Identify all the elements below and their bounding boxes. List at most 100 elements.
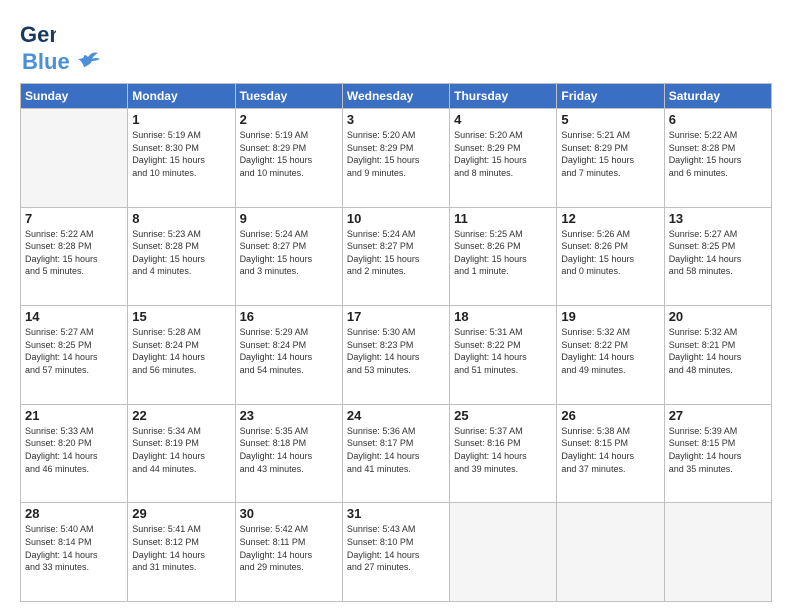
calendar-cell: 20 Sunrise: 5:32 AM Sunset: 8:21 PM Dayli… xyxy=(664,306,771,405)
day-number: 3 xyxy=(347,112,445,127)
day-info: Sunrise: 5:20 AM Sunset: 8:29 PM Dayligh… xyxy=(347,129,445,179)
day-info: Sunrise: 5:36 AM Sunset: 8:17 PM Dayligh… xyxy=(347,425,445,475)
calendar-table: SundayMondayTuesdayWednesdayThursdayFrid… xyxy=(20,83,772,602)
day-number: 14 xyxy=(25,309,123,324)
day-info: Sunrise: 5:19 AM Sunset: 8:29 PM Dayligh… xyxy=(240,129,338,179)
day-number: 7 xyxy=(25,211,123,226)
calendar-cell: 30 Sunrise: 5:42 AM Sunset: 8:11 PM Dayli… xyxy=(235,503,342,602)
day-number: 9 xyxy=(240,211,338,226)
calendar-cell: 22 Sunrise: 5:34 AM Sunset: 8:19 PM Dayli… xyxy=(128,404,235,503)
day-info: Sunrise: 5:26 AM Sunset: 8:26 PM Dayligh… xyxy=(561,228,659,278)
calendar-cell: 5Sunrise: 5:21 AM Sunset: 8:29 PM Daylig… xyxy=(557,109,664,208)
day-number: 4 xyxy=(454,112,552,127)
day-number: 6 xyxy=(669,112,767,127)
weekday-header-sunday: Sunday xyxy=(21,84,128,109)
calendar-cell: 18 Sunrise: 5:31 AM Sunset: 8:22 PM Dayli… xyxy=(450,306,557,405)
day-info: Sunrise: 5:27 AM Sunset: 8:25 PM Dayligh… xyxy=(25,326,123,376)
calendar-cell: 16 Sunrise: 5:29 AM Sunset: 8:24 PM Dayli… xyxy=(235,306,342,405)
calendar-cell: 10 Sunrise: 5:24 AM Sunset: 8:27 PM Dayli… xyxy=(342,207,449,306)
day-number: 29 xyxy=(132,506,230,521)
day-number: 23 xyxy=(240,408,338,423)
calendar-cell xyxy=(21,109,128,208)
calendar-cell: 9 Sunrise: 5:24 AM Sunset: 8:27 PM Daylig… xyxy=(235,207,342,306)
calendar-cell: 31 Sunrise: 5:43 AM Sunset: 8:10 PM Dayli… xyxy=(342,503,449,602)
weekday-header-friday: Friday xyxy=(557,84,664,109)
weekday-header-thursday: Thursday xyxy=(450,84,557,109)
calendar-cell: 28 Sunrise: 5:40 AM Sunset: 8:14 PM Dayli… xyxy=(21,503,128,602)
page: General Blue SundayMondayTuesdayWednesda… xyxy=(0,0,792,612)
day-info: Sunrise: 5:34 AM Sunset: 8:19 PM Dayligh… xyxy=(132,425,230,475)
day-number: 24 xyxy=(347,408,445,423)
calendar-cell: 7 Sunrise: 5:22 AM Sunset: 8:28 PM Daylig… xyxy=(21,207,128,306)
day-info: Sunrise: 5:41 AM Sunset: 8:12 PM Dayligh… xyxy=(132,523,230,573)
weekday-header-row: SundayMondayTuesdayWednesdayThursdayFrid… xyxy=(21,84,772,109)
day-info: Sunrise: 5:27 AM Sunset: 8:25 PM Dayligh… xyxy=(669,228,767,278)
day-info: Sunrise: 5:23 AM Sunset: 8:28 PM Dayligh… xyxy=(132,228,230,278)
calendar-cell: 26Sunrise: 5:38 AM Sunset: 8:15 PM Dayli… xyxy=(557,404,664,503)
day-info: Sunrise: 5:31 AM Sunset: 8:22 PM Dayligh… xyxy=(454,326,552,376)
day-number: 8 xyxy=(132,211,230,226)
day-number: 30 xyxy=(240,506,338,521)
calendar-cell: 8 Sunrise: 5:23 AM Sunset: 8:28 PM Daylig… xyxy=(128,207,235,306)
day-info: Sunrise: 5:42 AM Sunset: 8:11 PM Dayligh… xyxy=(240,523,338,573)
day-info: Sunrise: 5:20 AM Sunset: 8:29 PM Dayligh… xyxy=(454,129,552,179)
weekday-header-tuesday: Tuesday xyxy=(235,84,342,109)
calendar-cell: 25 Sunrise: 5:37 AM Sunset: 8:16 PM Dayli… xyxy=(450,404,557,503)
calendar-cell: 15 Sunrise: 5:28 AM Sunset: 8:24 PM Dayli… xyxy=(128,306,235,405)
day-number: 10 xyxy=(347,211,445,226)
day-info: Sunrise: 5:32 AM Sunset: 8:22 PM Dayligh… xyxy=(561,326,659,376)
day-number: 16 xyxy=(240,309,338,324)
calendar-cell: 24 Sunrise: 5:36 AM Sunset: 8:17 PM Dayli… xyxy=(342,404,449,503)
day-info: Sunrise: 5:22 AM Sunset: 8:28 PM Dayligh… xyxy=(25,228,123,278)
logo-blue-text: Blue xyxy=(22,49,70,75)
day-number: 19 xyxy=(561,309,659,324)
calendar-cell xyxy=(664,503,771,602)
day-info: Sunrise: 5:22 AM Sunset: 8:28 PM Dayligh… xyxy=(669,129,767,179)
day-info: Sunrise: 5:43 AM Sunset: 8:10 PM Dayligh… xyxy=(347,523,445,573)
day-number: 12 xyxy=(561,211,659,226)
day-info: Sunrise: 5:28 AM Sunset: 8:24 PM Dayligh… xyxy=(132,326,230,376)
week-row-0: 1 Sunrise: 5:19 AM Sunset: 8:30 PM Daylig… xyxy=(21,109,772,208)
calendar-cell: 19 Sunrise: 5:32 AM Sunset: 8:22 PM Dayli… xyxy=(557,306,664,405)
calendar-cell: 17Sunrise: 5:30 AM Sunset: 8:23 PM Dayli… xyxy=(342,306,449,405)
day-number: 20 xyxy=(669,309,767,324)
week-row-2: 14 Sunrise: 5:27 AM Sunset: 8:25 PM Dayli… xyxy=(21,306,772,405)
day-info: Sunrise: 5:32 AM Sunset: 8:21 PM Dayligh… xyxy=(669,326,767,376)
day-number: 28 xyxy=(25,506,123,521)
day-info: Sunrise: 5:37 AM Sunset: 8:16 PM Dayligh… xyxy=(454,425,552,475)
day-info: Sunrise: 5:39 AM Sunset: 8:15 PM Dayligh… xyxy=(669,425,767,475)
day-info: Sunrise: 5:24 AM Sunset: 8:27 PM Dayligh… xyxy=(347,228,445,278)
day-number: 25 xyxy=(454,408,552,423)
day-info: Sunrise: 5:25 AM Sunset: 8:26 PM Dayligh… xyxy=(454,228,552,278)
calendar-cell: 4 Sunrise: 5:20 AM Sunset: 8:29 PM Daylig… xyxy=(450,109,557,208)
weekday-header-saturday: Saturday xyxy=(664,84,771,109)
calendar-cell: 6 Sunrise: 5:22 AM Sunset: 8:28 PM Daylig… xyxy=(664,109,771,208)
day-number: 27 xyxy=(669,408,767,423)
header: General Blue xyxy=(20,16,772,75)
day-info: Sunrise: 5:29 AM Sunset: 8:24 PM Dayligh… xyxy=(240,326,338,376)
calendar-cell: 3 Sunrise: 5:20 AM Sunset: 8:29 PM Daylig… xyxy=(342,109,449,208)
day-info: Sunrise: 5:24 AM Sunset: 8:27 PM Dayligh… xyxy=(240,228,338,278)
week-row-1: 7 Sunrise: 5:22 AM Sunset: 8:28 PM Daylig… xyxy=(21,207,772,306)
calendar-cell: 1 Sunrise: 5:19 AM Sunset: 8:30 PM Daylig… xyxy=(128,109,235,208)
day-info: Sunrise: 5:40 AM Sunset: 8:14 PM Dayligh… xyxy=(25,523,123,573)
calendar-cell: 12 Sunrise: 5:26 AM Sunset: 8:26 PM Dayli… xyxy=(557,207,664,306)
day-number: 15 xyxy=(132,309,230,324)
calendar-cell: 11 Sunrise: 5:25 AM Sunset: 8:26 PM Dayli… xyxy=(450,207,557,306)
day-number: 18 xyxy=(454,309,552,324)
day-info: Sunrise: 5:19 AM Sunset: 8:30 PM Dayligh… xyxy=(132,129,230,179)
calendar-cell: 2Sunrise: 5:19 AM Sunset: 8:29 PM Daylig… xyxy=(235,109,342,208)
day-info: Sunrise: 5:33 AM Sunset: 8:20 PM Dayligh… xyxy=(25,425,123,475)
logo-bird-icon xyxy=(74,51,102,74)
day-number: 13 xyxy=(669,211,767,226)
logo: General Blue xyxy=(20,16,102,75)
day-number: 31 xyxy=(347,506,445,521)
day-number: 11 xyxy=(454,211,552,226)
day-number: 1 xyxy=(132,112,230,127)
day-info: Sunrise: 5:21 AM Sunset: 8:29 PM Dayligh… xyxy=(561,129,659,179)
weekday-header-monday: Monday xyxy=(128,84,235,109)
calendar-cell: 14 Sunrise: 5:27 AM Sunset: 8:25 PM Dayli… xyxy=(21,306,128,405)
day-number: 22 xyxy=(132,408,230,423)
day-info: Sunrise: 5:30 AM Sunset: 8:23 PM Dayligh… xyxy=(347,326,445,376)
calendar-cell: 13 Sunrise: 5:27 AM Sunset: 8:25 PM Dayli… xyxy=(664,207,771,306)
